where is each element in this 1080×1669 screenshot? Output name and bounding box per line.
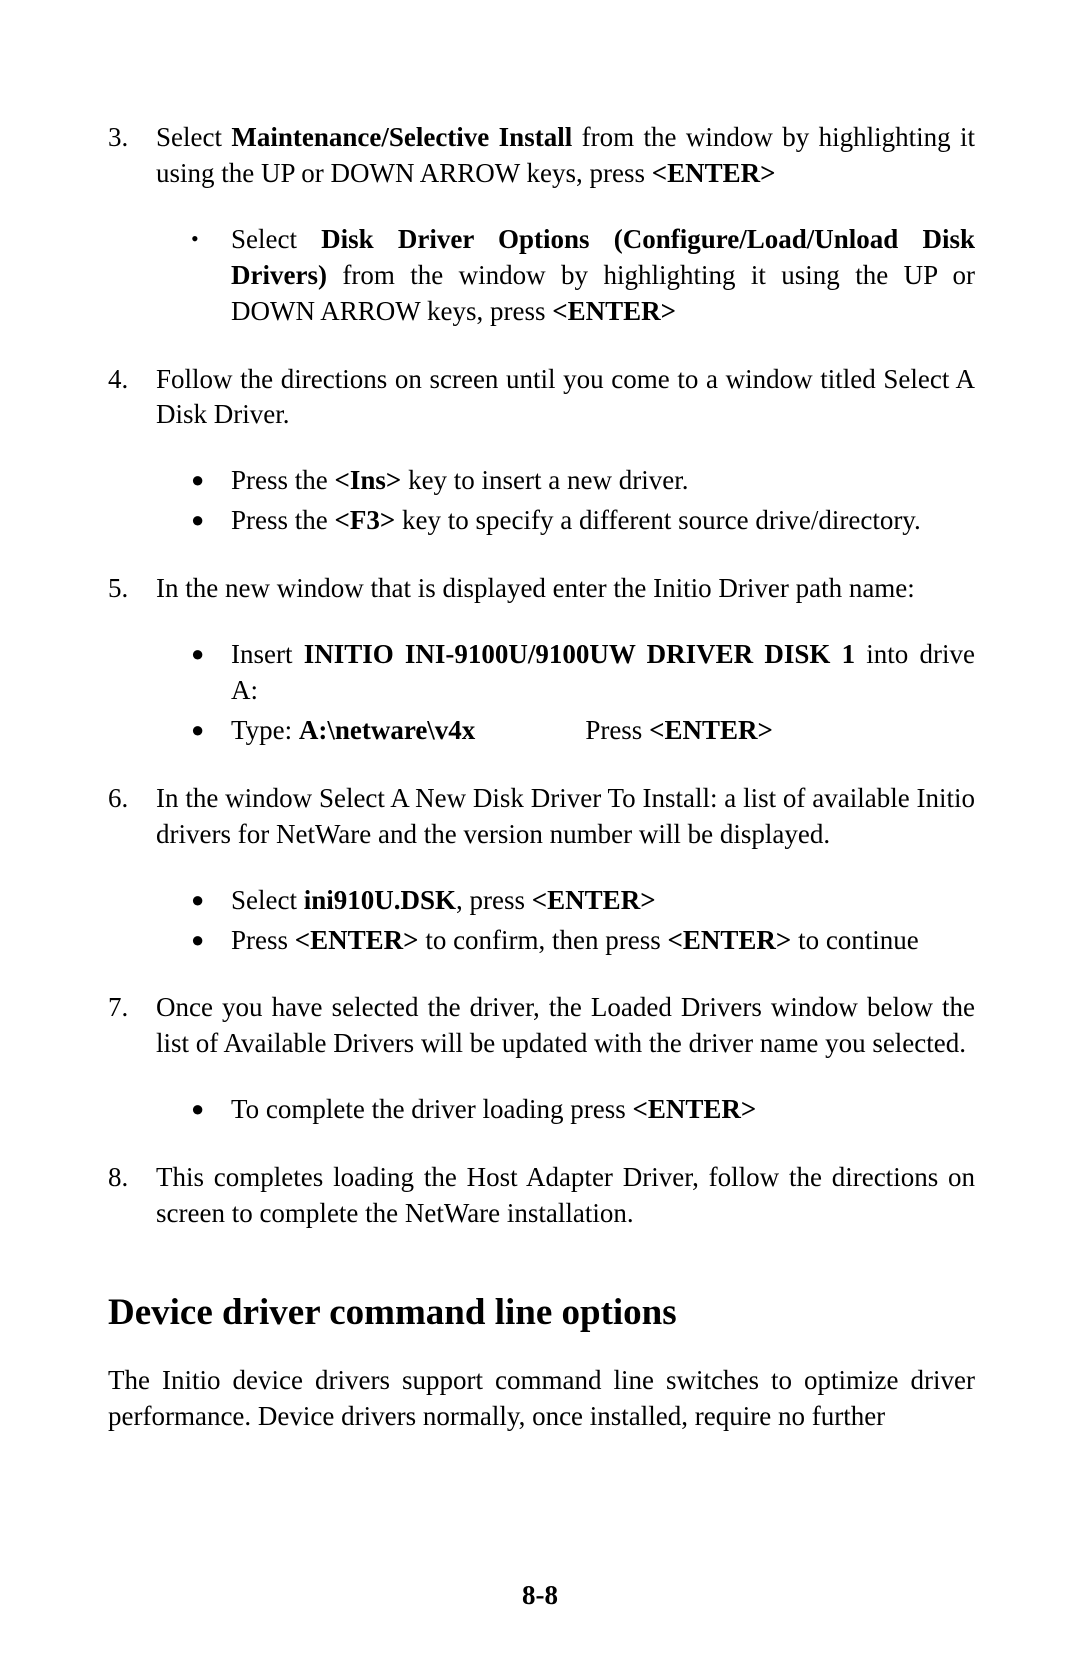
- step-4: 4. Follow the directions on screen until…: [108, 362, 975, 544]
- step-text: Follow the directions on screen until yo…: [156, 362, 975, 434]
- section-heading: Device driver command line options: [108, 1288, 975, 1337]
- sub-list: ● Select ini910U.DSK, press <ENTER> ● Pr…: [156, 883, 975, 959]
- step-text: In the window Select A New Disk Driver T…: [156, 781, 975, 853]
- sub-list: • Select Disk Driver Options (Configure/…: [156, 222, 975, 330]
- list-item: ● Type: A:\netware\v4x Press <ENTER>: [191, 713, 975, 749]
- body-paragraph: The Initio device drivers support comman…: [108, 1363, 975, 1435]
- step-3: 3. Select Maintenance/Selective Install …: [108, 120, 975, 334]
- step-text: In the new window that is displayed ente…: [156, 571, 975, 607]
- step-6: 6. In the window Select A New Disk Drive…: [108, 781, 975, 963]
- step-text: Select Maintenance/Selective Install fro…: [156, 120, 975, 192]
- text: Select: [231, 224, 321, 254]
- text: Press: [231, 925, 295, 955]
- bullet-icon: ●: [191, 1092, 231, 1128]
- list-item: ● Press the <Ins> key to insert a new dr…: [191, 463, 975, 499]
- bullet-icon: ●: [191, 637, 231, 709]
- key-enter: <ENTER>: [633, 1094, 757, 1124]
- bold-text: INITIO INI-9100U/9100UW DRIVER DISK 1: [304, 639, 855, 669]
- text: To complete the driver loading press: [231, 1094, 633, 1124]
- text: Insert: [231, 639, 304, 669]
- bullet-icon: ●: [191, 883, 231, 919]
- bullet-icon: •: [191, 222, 231, 330]
- step-marker: 6.: [108, 781, 156, 963]
- sub-list: ● Insert INITIO INI-9100U/9100UW DRIVER …: [156, 637, 975, 749]
- bullet-icon: ●: [191, 463, 231, 499]
- step-marker: 8.: [108, 1160, 156, 1232]
- bullet-icon: ●: [191, 923, 231, 959]
- text: to confirm, then press: [419, 925, 668, 955]
- sub-text: Press <ENTER> to confirm, then press <EN…: [231, 923, 975, 959]
- list-item: ● Press <ENTER> to confirm, then press <…: [191, 923, 975, 959]
- sub-list: ● To complete the driver loading press <…: [156, 1092, 975, 1128]
- page-number: 8-8: [0, 1578, 1080, 1614]
- key-enter: <ENTER>: [552, 296, 676, 326]
- text: Type:: [231, 715, 299, 745]
- sub-text: Press the <Ins> key to insert a new driv…: [231, 463, 975, 499]
- sub-text: Insert INITIO INI-9100U/9100UW DRIVER DI…: [231, 637, 975, 709]
- list-item: ● Press the <F3> key to specify a differ…: [191, 503, 975, 539]
- step-8: 8. This completes loading the Host Adapt…: [108, 1160, 975, 1232]
- list-item: ● Select ini910U.DSK, press <ENTER>: [191, 883, 975, 919]
- key-enter: <ENTER>: [668, 925, 792, 955]
- key-ins: <Ins>: [335, 465, 402, 495]
- filename-text: ini910U.DSK: [304, 885, 456, 915]
- page: 3. Select Maintenance/Selective Install …: [0, 0, 1080, 1669]
- text: Press: [585, 715, 649, 745]
- step-marker: 3.: [108, 120, 156, 334]
- bullet-icon: ●: [191, 713, 231, 749]
- key-f3: <F3>: [335, 505, 396, 535]
- bullet-icon: ●: [191, 503, 231, 539]
- text: Select: [156, 122, 231, 152]
- list-item: ● To complete the driver loading press <…: [191, 1092, 975, 1128]
- step-text: This completes loading the Host Adapter …: [156, 1160, 975, 1232]
- step-marker: 4.: [108, 362, 156, 544]
- text: key to insert a new driver.: [401, 465, 688, 495]
- list-item: • Select Disk Driver Options (Configure/…: [191, 222, 975, 330]
- sub-text: Press the <F3> key to specify a differen…: [231, 503, 975, 539]
- text: Press the: [231, 465, 335, 495]
- list-item: ● Insert INITIO INI-9100U/9100UW DRIVER …: [191, 637, 975, 709]
- key-enter: <ENTER>: [295, 925, 419, 955]
- sub-list: ● Press the <Ins> key to insert a new dr…: [156, 463, 975, 539]
- sub-text: To complete the driver loading press <EN…: [231, 1092, 975, 1128]
- key-enter: <ENTER>: [649, 715, 773, 745]
- key-enter: <ENTER>: [532, 885, 656, 915]
- text: Press the: [231, 505, 335, 535]
- text: , press: [456, 885, 532, 915]
- step-5: 5. In the new window that is displayed e…: [108, 571, 975, 753]
- sub-text: Select ini910U.DSK, press <ENTER>: [231, 883, 975, 919]
- step-marker: 7.: [108, 990, 156, 1132]
- text: to continue: [791, 925, 918, 955]
- step-7: 7. Once you have selected the driver, th…: [108, 990, 975, 1132]
- bold-text: Maintenance/Selective Install: [231, 122, 572, 152]
- step-text: Once you have selected the driver, the L…: [156, 990, 975, 1062]
- path-text: A:\netware\v4x: [299, 715, 475, 745]
- instruction-list: 3. Select Maintenance/Selective Install …: [108, 120, 975, 1232]
- sub-text: Select Disk Driver Options (Configure/Lo…: [231, 222, 975, 330]
- text: Select: [231, 885, 304, 915]
- key-enter: <ENTER>: [652, 158, 776, 188]
- step-marker: 5.: [108, 571, 156, 753]
- text: key to specify a different source drive/…: [395, 505, 921, 535]
- sub-text: Type: A:\netware\v4x Press <ENTER>: [231, 713, 975, 749]
